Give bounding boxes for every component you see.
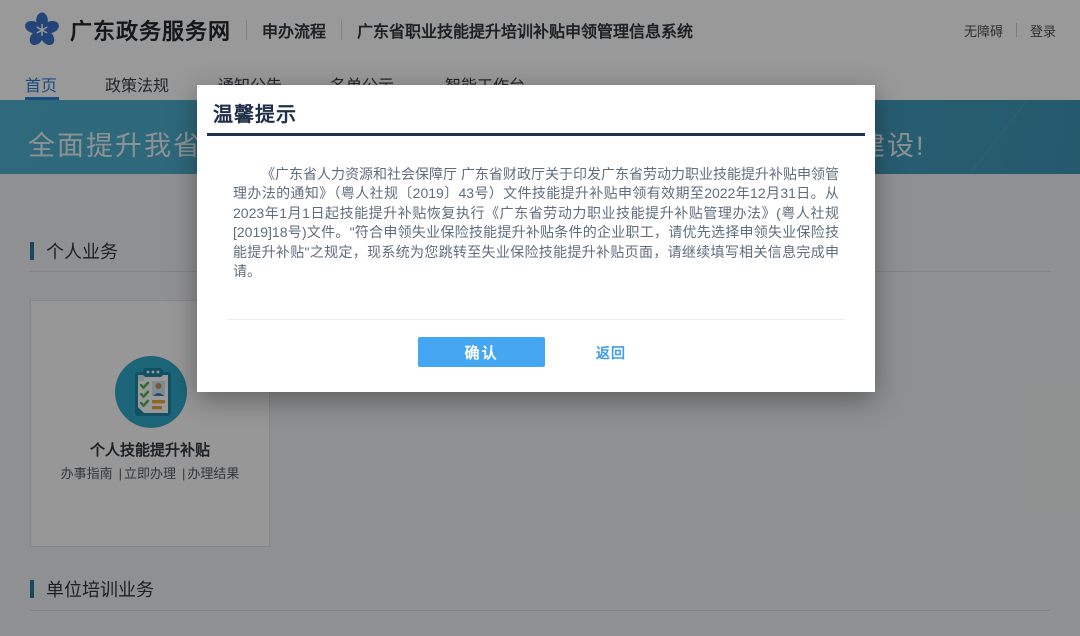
dialog-footer-divider (227, 319, 845, 320)
dialog-title: 温馨提示 (213, 98, 297, 127)
reminder-dialog: 温馨提示 《广东省人力资源和社会保障厅 广东省财政厅关于印发广东省劳动力职业技能… (197, 85, 875, 392)
back-link[interactable]: 返回 (596, 343, 626, 363)
dialog-message: 《广东省人力资源和社会保障厅 广东省财政厅关于印发广东省劳动力职业技能提升补贴申… (233, 165, 839, 281)
dialog-title-rule (207, 133, 865, 136)
page: 广东政务服务网 申办流程 广东省职业技能提升培训补贴申领管理信息系统 无障碍 登… (0, 0, 1080, 636)
confirm-button[interactable]: 确认 (418, 337, 545, 367)
